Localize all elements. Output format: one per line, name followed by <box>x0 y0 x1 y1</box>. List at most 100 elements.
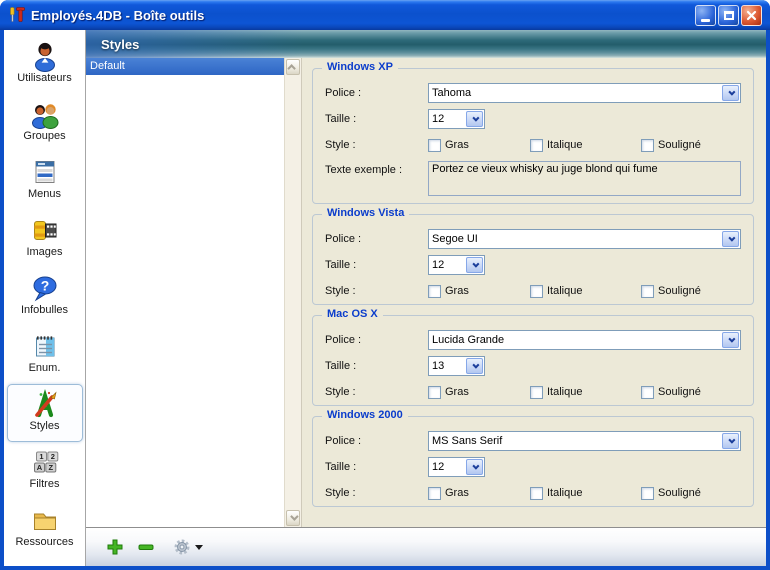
maximize-button[interactable] <box>718 4 739 26</box>
chevron-down-icon <box>472 462 480 470</box>
chevron-down-icon <box>728 88 736 96</box>
underline-label: Souligné <box>658 285 701 297</box>
sidebar-item-label: Menus <box>27 188 62 200</box>
sample-text-box[interactable]: Portez ce vieux whisky au juge blond qui… <box>428 161 741 196</box>
svg-text:2: 2 <box>50 452 54 461</box>
sidebar-item-label: Images <box>26 246 63 258</box>
chevron-down-icon <box>472 260 480 268</box>
size-select-value: 13 <box>432 360 445 372</box>
dropdown-button[interactable] <box>466 111 483 127</box>
bold-checkbox[interactable] <box>428 486 441 500</box>
police-label: Police : <box>325 435 362 447</box>
window-controls <box>695 4 770 26</box>
sidebar-item-label: Groupes <box>23 130 66 142</box>
font-select-windows-2000[interactable]: MS Sans Serif <box>428 431 741 451</box>
size-select-windows-2000[interactable]: 12 <box>428 457 485 477</box>
italic-checkbox[interactable] <box>530 284 543 298</box>
size-select-mac-os-x[interactable]: 13 <box>428 356 485 376</box>
sidebar-item-label: Enum. <box>28 362 61 374</box>
remove-style-button[interactable] <box>135 535 157 559</box>
list-item-default[interactable]: Default <box>86 58 284 75</box>
section-windows-2000: Windows 2000 Police : MS Sans Serif Tail… <box>312 409 754 507</box>
underline-checkbox[interactable] <box>641 486 654 500</box>
sidebar-item-label: Infobulles <box>20 304 69 316</box>
titlebar: Employés.4DB - Boîte outils <box>0 0 770 30</box>
list-scrollbar[interactable] <box>284 58 301 527</box>
close-button[interactable] <box>741 4 762 26</box>
chevron-down-icon <box>472 114 480 122</box>
sidebar-item-images[interactable]: Images <box>7 210 83 268</box>
chevron-down-icon <box>728 335 736 343</box>
font-select-windows-vista[interactable]: Segoe UI <box>428 229 741 249</box>
minimize-button[interactable] <box>695 4 716 26</box>
italic-checkbox[interactable] <box>530 138 543 152</box>
section-title: Windows 2000 <box>322 409 408 421</box>
section-mac-os-x: Mac OS X Police : Lucida Grande Taille : <box>312 308 754 406</box>
sidebar-item-utilisateurs[interactable]: Utilisateurs <box>7 36 83 94</box>
underline-checkbox[interactable] <box>641 138 654 152</box>
styles-list: Default <box>86 58 284 527</box>
size-select-windows-xp[interactable]: 12 <box>428 109 485 129</box>
dropdown-button[interactable] <box>466 257 483 273</box>
scroll-down-button[interactable] <box>286 510 300 526</box>
sidebar-item-label: Utilisateurs <box>17 72 72 84</box>
chevron-up-icon <box>287 64 296 73</box>
italic-checkbox[interactable] <box>530 385 543 399</box>
sidebar-item-styles[interactable]: Styles <box>6 384 83 442</box>
chevron-down-icon <box>472 361 480 369</box>
underline-checkbox[interactable] <box>641 385 654 399</box>
taille-label: Taille : <box>325 259 357 271</box>
section-title: Windows XP <box>322 61 398 73</box>
dropdown-button[interactable] <box>722 85 739 101</box>
sidebar-item-label: Styles <box>29 420 60 432</box>
section-title: Windows Vista <box>322 207 410 219</box>
dropdown-button[interactable] <box>722 332 739 348</box>
scroll-up-button[interactable] <box>286 59 300 75</box>
bottom-toolbar <box>86 527 766 566</box>
styles-list-panel: Default <box>86 58 301 527</box>
window-title: Employés.4DB - Boîte outils <box>31 7 205 23</box>
sidebar-item-filtres[interactable]: 1 2 A Z Filtres <box>7 442 83 500</box>
sidebar-item-label: Ressources <box>15 536 74 548</box>
sidebar: Utilisateurs Groupes Menus Images ? Info… <box>4 30 86 566</box>
style-settings-panel: Windows XP Police : Tahoma Taille : 12 S… <box>301 58 766 527</box>
taille-label: Taille : <box>325 360 357 372</box>
users-icon <box>34 42 55 72</box>
toolbox-icon <box>10 7 25 22</box>
bold-checkbox[interactable] <box>428 385 441 399</box>
font-select-mac-os-x[interactable]: Lucida Grande <box>428 330 741 350</box>
italic-checkbox[interactable] <box>530 486 543 500</box>
size-select-windows-vista[interactable]: 12 <box>428 255 485 275</box>
font-select-windows-xp[interactable]: Tahoma <box>428 83 741 103</box>
italic-label: Italique <box>547 139 583 151</box>
dropdown-button[interactable] <box>722 433 739 449</box>
svg-text:1: 1 <box>39 452 43 461</box>
dropdown-button[interactable] <box>466 459 483 475</box>
minimize-icon <box>701 18 710 22</box>
size-select-value: 12 <box>432 259 445 271</box>
sidebar-item-infobulles[interactable]: ? Infobulles <box>7 268 83 326</box>
sidebar-item-enum[interactable]: Enum. <box>7 326 83 384</box>
style-label: Style : <box>325 487 356 499</box>
sidebar-item-groupes[interactable]: Groupes <box>7 94 83 152</box>
taille-label: Taille : <box>325 461 357 473</box>
font-select-value: Lucida Grande <box>432 334 505 346</box>
add-style-button[interactable] <box>104 535 126 559</box>
options-menu-button[interactable] <box>173 535 203 559</box>
size-select-value: 12 <box>432 461 445 473</box>
section-title: Mac OS X <box>322 308 383 320</box>
italic-label: Italique <box>547 285 583 297</box>
chevron-down-icon <box>290 512 299 521</box>
dropdown-button[interactable] <box>722 231 739 247</box>
bold-checkbox[interactable] <box>428 284 441 298</box>
police-label: Police : <box>325 233 362 245</box>
bold-label: Gras <box>445 487 469 499</box>
sidebar-item-menus[interactable]: Menus <box>7 152 83 210</box>
bold-checkbox[interactable] <box>428 138 441 152</box>
sidebar-item-ressources[interactable]: Ressources <box>7 500 83 558</box>
underline-checkbox[interactable] <box>641 284 654 298</box>
dropdown-button[interactable] <box>466 358 483 374</box>
section-windows-vista: Windows Vista Police : Segoe UI Taille : <box>312 207 754 305</box>
groups-icon <box>31 104 58 129</box>
font-select-value: Segoe UI <box>432 233 478 245</box>
